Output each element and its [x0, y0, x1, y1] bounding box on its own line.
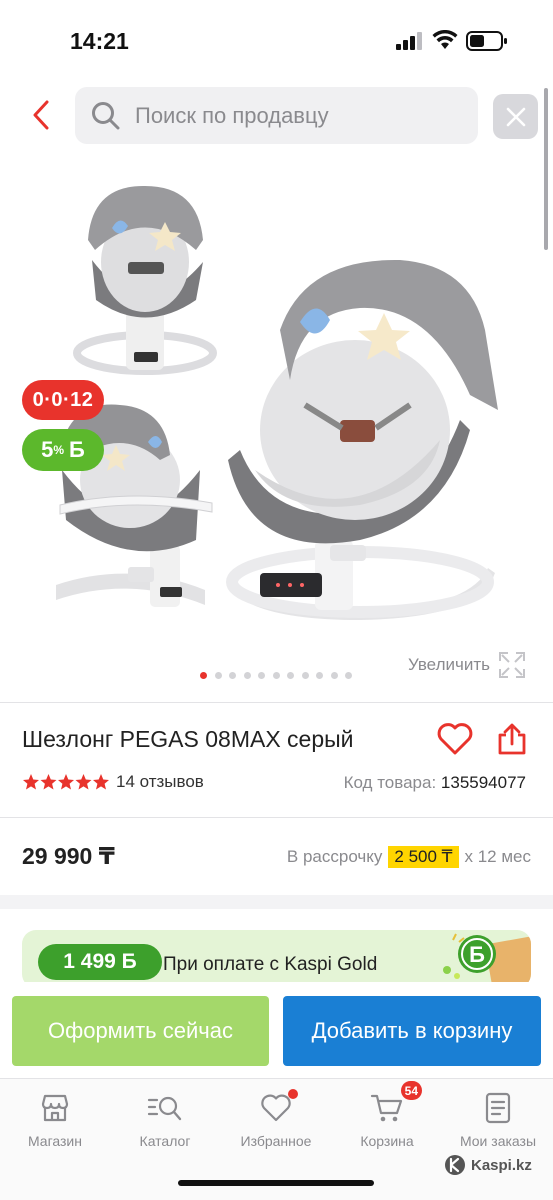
zoom-label: Увеличить: [408, 655, 490, 674]
cart-count-badge: 54: [400, 1081, 422, 1100]
pagination-dot[interactable]: [316, 672, 323, 679]
notification-dot: [288, 1089, 298, 1099]
orders-icon: [485, 1092, 511, 1124]
installment-info[interactable]: В рассрочку 2 500 ₸ х 12 мес: [287, 846, 531, 868]
bonus-percent-sign: %: [53, 443, 65, 457]
divider: [0, 817, 553, 818]
pagination-dot[interactable]: [272, 672, 280, 679]
pagination-dot[interactable]: [287, 672, 294, 679]
product-image-gallery[interactable]: 0·0·12 5% Б: [0, 155, 553, 695]
product-price: 29 990 ₸: [22, 843, 115, 869]
status-bar: 14:21: [0, 0, 553, 80]
kaspi-gold-card-icon: Б: [443, 933, 531, 988]
pagination-dot[interactable]: [258, 672, 265, 679]
search-icon: [92, 101, 120, 129]
cellular-signal-icon: [396, 32, 422, 50]
product-code-value: 135594077: [440, 773, 526, 792]
installment-0-0-12-badge: 0·0·12: [22, 380, 104, 420]
expand-icon: [499, 652, 525, 678]
share-button[interactable]: [497, 722, 527, 761]
product-code-label: Код товара:: [343, 773, 437, 792]
tab-cart[interactable]: 54 Корзина: [337, 1081, 437, 1149]
installment-amount: 2 500 ₸: [388, 846, 459, 868]
tab-my-orders-label: Мои заказы: [459, 1133, 537, 1149]
tab-favorites[interactable]: Избранное: [226, 1089, 326, 1149]
seller-search-bar[interactable]: [75, 87, 478, 144]
tab-catalog[interactable]: Каталог: [115, 1091, 215, 1149]
back-button[interactable]: [26, 96, 56, 134]
cart-icon: [370, 1094, 403, 1122]
wifi-icon: [432, 30, 458, 49]
gallery-pagination: [200, 672, 352, 679]
pagination-dot[interactable]: [214, 672, 222, 679]
catalog-search-icon: [147, 1096, 182, 1121]
tab-favorites-label: Избранное: [240, 1133, 312, 1149]
close-icon: [506, 107, 525, 126]
seller-search-input[interactable]: [135, 102, 455, 129]
section-separator: [0, 895, 553, 909]
reviews-link[interactable]: 14 отзывов: [116, 772, 204, 792]
pagination-dot[interactable]: [345, 672, 352, 679]
bonus-amount-pill: 1 499 Б: [38, 944, 162, 980]
bonus-percent-value: 5: [41, 437, 54, 462]
product-code: Код товара: 135594077: [344, 773, 526, 793]
pagination-dot[interactable]: [229, 672, 236, 679]
heart-icon: [261, 1094, 291, 1122]
kaspi-watermark: Kaspi.kz: [444, 1154, 532, 1176]
pagination-dot[interactable]: [301, 672, 309, 679]
installment-label: В рассрочку: [286, 847, 383, 866]
purchase-actions: Оформить сейчас Добавить в корзину: [0, 982, 553, 1078]
divider: [0, 702, 553, 703]
pagination-dot[interactable]: [330, 672, 338, 679]
bonus-percent-badge: 5% Б: [22, 429, 104, 471]
kaspi-gold-bonus-banner[interactable]: 1 499 Б При оплате с Kaspi Gold Б: [22, 930, 531, 988]
zoom-button[interactable]: Увеличить: [408, 651, 526, 679]
close-search-button[interactable]: [493, 94, 538, 139]
tab-shop[interactable]: Магазин: [5, 1091, 105, 1149]
buy-now-button[interactable]: Оформить сейчас: [12, 996, 269, 1066]
kaspi-watermark-text: Kaspi.kz: [471, 1156, 532, 1174]
bonus-currency: Б: [69, 437, 85, 462]
kaspi-logo-icon: [445, 1155, 465, 1175]
rating[interactable]: 14 отзывов: [22, 772, 204, 792]
product-image-small-top: [73, 185, 217, 375]
pagination-dot[interactable]: [243, 672, 251, 679]
tab-my-orders[interactable]: Мои заказы: [448, 1091, 548, 1149]
shop-icon: [41, 1094, 69, 1122]
add-to-favorites-button[interactable]: [436, 722, 474, 761]
tab-catalog-label: Каталог: [139, 1133, 191, 1149]
add-to-cart-button[interactable]: Добавить в корзину: [283, 996, 541, 1066]
chevron-left-icon: [33, 100, 49, 130]
svg-text:Б: Б: [469, 942, 485, 967]
status-time: 14:21: [70, 28, 129, 54]
rating-stars-icon: [23, 774, 109, 790]
tab-cart-label: Корзина: [360, 1133, 414, 1149]
tab-shop-label: Магазин: [27, 1133, 82, 1149]
home-indicator: [178, 1180, 374, 1186]
heart-icon: [437, 723, 473, 755]
share-icon: [498, 723, 526, 755]
product-image-main: [226, 259, 498, 620]
battery-icon: [466, 31, 507, 51]
installment-term: х 12 мес: [464, 847, 532, 866]
promo-text: При оплате с Kaspi Gold: [163, 954, 378, 975]
product-title: Шезлонг PEGAS 08MAX серый: [22, 726, 354, 752]
pagination-dot-active[interactable]: [200, 672, 207, 679]
